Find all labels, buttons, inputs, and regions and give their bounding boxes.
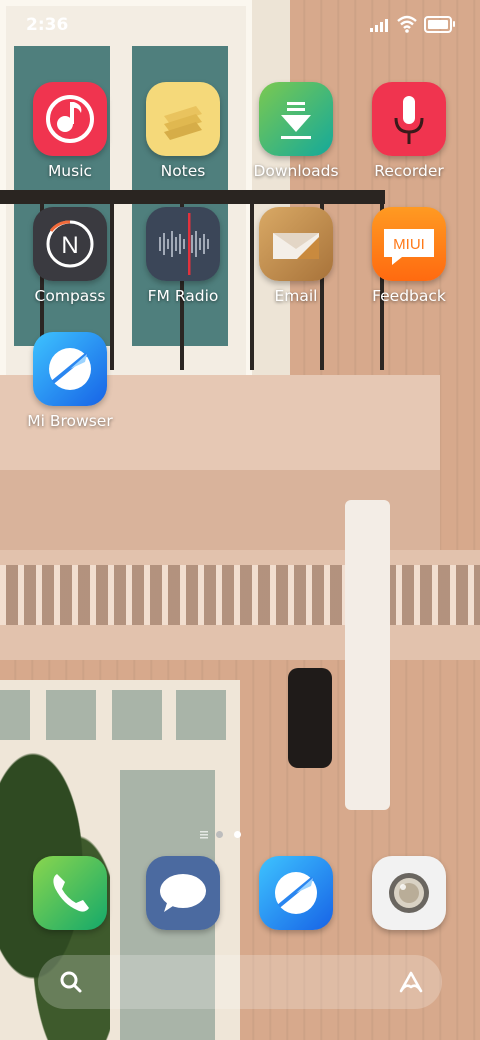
app-mi-browser[interactable]: Mi Browser bbox=[15, 332, 125, 442]
app-label: Notes bbox=[160, 162, 206, 180]
dock-camera[interactable] bbox=[354, 856, 464, 966]
feedback-badge-text: MIUI bbox=[393, 236, 425, 253]
app-music[interactable]: Music bbox=[15, 82, 125, 192]
wallpaper-pane bbox=[46, 690, 96, 740]
wallpaper-column bbox=[345, 500, 390, 810]
recorder-icon bbox=[372, 82, 446, 156]
compass-icon: N bbox=[33, 207, 107, 281]
app-downloads[interactable]: Downloads bbox=[241, 82, 351, 192]
compass-letter: N bbox=[61, 232, 78, 259]
page-dot-active bbox=[234, 831, 241, 838]
app-label: FM Radio bbox=[147, 287, 219, 305]
app-compass[interactable]: N Compass bbox=[15, 207, 125, 317]
dock-browser[interactable] bbox=[241, 856, 351, 966]
app-label: Downloads bbox=[253, 162, 339, 180]
phone-icon bbox=[33, 856, 107, 930]
wallpaper-pane bbox=[0, 690, 30, 740]
app-fm-radio[interactable]: FM Radio bbox=[128, 207, 238, 317]
app-email[interactable]: Email bbox=[241, 207, 351, 317]
wallpaper-pane bbox=[112, 690, 162, 740]
search-icon[interactable] bbox=[58, 969, 84, 995]
app-label: Feedback bbox=[372, 287, 446, 305]
wallpaper-lamp bbox=[288, 668, 332, 768]
notes-icon bbox=[146, 82, 220, 156]
app-feedback[interactable]: MIUI Feedback bbox=[354, 207, 464, 317]
page-dot bbox=[216, 831, 223, 838]
messages-icon bbox=[146, 856, 220, 930]
app-label: Recorder bbox=[374, 162, 444, 180]
app-label: Email bbox=[274, 287, 318, 305]
app-recorder[interactable]: Recorder bbox=[354, 82, 464, 192]
status-bar: 2:36 bbox=[0, 0, 480, 50]
downloads-icon bbox=[259, 82, 333, 156]
browser-icon bbox=[259, 856, 333, 930]
wifi-icon bbox=[397, 15, 417, 33]
wallpaper-pane bbox=[176, 690, 226, 740]
dock-messages[interactable] bbox=[128, 856, 238, 966]
dock-phone[interactable] bbox=[15, 856, 125, 966]
battery-icon bbox=[424, 16, 455, 33]
assistant-icon[interactable] bbox=[398, 969, 424, 995]
app-notes[interactable]: Notes bbox=[128, 82, 238, 192]
wallpaper-balcony-rail bbox=[0, 190, 385, 204]
app-label: Compass bbox=[34, 287, 106, 305]
app-label: Mi Browser bbox=[27, 412, 113, 430]
wallpaper-trim bbox=[0, 565, 480, 625]
signal-icon bbox=[370, 18, 388, 32]
music-icon bbox=[33, 82, 107, 156]
fm-radio-icon bbox=[146, 207, 220, 281]
feedback-icon: MIUI bbox=[372, 207, 446, 281]
camera-icon bbox=[372, 856, 446, 930]
search-bar[interactable] bbox=[38, 955, 442, 1009]
page-list-icon bbox=[200, 831, 208, 839]
app-label: Music bbox=[47, 162, 93, 180]
status-time: 2:36 bbox=[26, 15, 69, 35]
page-indicator[interactable] bbox=[198, 830, 248, 840]
email-icon bbox=[259, 207, 333, 281]
browser-icon bbox=[33, 332, 107, 406]
